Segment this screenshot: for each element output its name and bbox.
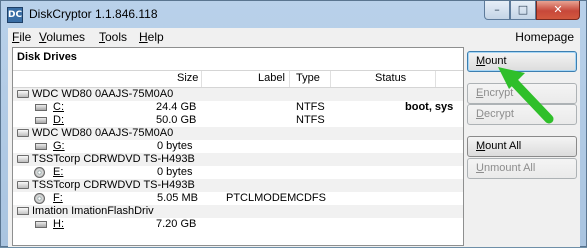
arrow-shaft [506, 74, 554, 124]
app-window: DC DiskCryptor 1.1.846.118 – □ ✕ File Vo… [0, 0, 587, 247]
green-arrow-icon [498, 67, 554, 124]
